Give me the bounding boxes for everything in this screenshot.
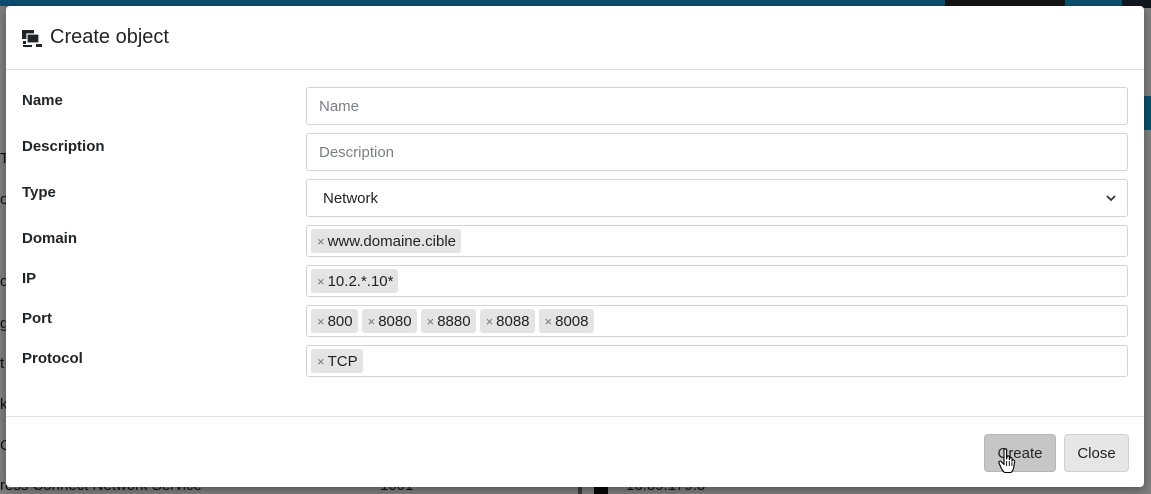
- domain-tag-input[interactable]: × www.domaine.cible: [306, 225, 1128, 257]
- tag-label: 8080: [378, 312, 412, 330]
- port-tag: × 8080: [361, 309, 417, 333]
- port-tag: × 8008: [538, 309, 594, 333]
- type-label: Type: [22, 184, 56, 201]
- create-object-modal: Create object Name Description Type Netw…: [6, 6, 1144, 487]
- type-selected-value: Network: [323, 189, 379, 207]
- tag-label: 800: [327, 312, 353, 330]
- port-tag: × 8880: [420, 309, 476, 333]
- tag-remove-button[interactable]: ×: [486, 314, 494, 329]
- tag-remove-button[interactable]: ×: [368, 314, 376, 329]
- modal-title: Create object: [50, 26, 169, 48]
- modal-footer: Create Close: [6, 416, 1144, 487]
- protocol-tag-input[interactable]: × TCP: [306, 345, 1128, 377]
- tag-remove-button[interactable]: ×: [545, 314, 553, 329]
- tag-label: 10.2.*.10*: [327, 272, 394, 290]
- tag-label: 8088: [496, 312, 530, 330]
- type-select[interactable]: Network: [306, 179, 1128, 217]
- modal-header: Create object: [6, 6, 1144, 70]
- tag-label: 8880: [437, 312, 471, 330]
- port-label: Port: [22, 310, 52, 327]
- close-button[interactable]: Close: [1064, 434, 1129, 472]
- tag-remove-button[interactable]: ×: [317, 274, 325, 289]
- ip-tag: × 10.2.*.10*: [311, 269, 399, 293]
- ip-tag-input[interactable]: × 10.2.*.10*: [306, 265, 1128, 297]
- hand-cursor-icon: [998, 448, 1016, 474]
- tag-remove-button[interactable]: ×: [317, 234, 325, 249]
- tag-remove-button[interactable]: ×: [317, 314, 325, 329]
- protocol-tag: × TCP: [311, 349, 363, 373]
- domain-label: Domain: [22, 230, 78, 247]
- name-label: Name: [22, 92, 63, 109]
- name-input[interactable]: [306, 87, 1128, 125]
- tag-label: 8008: [555, 312, 589, 330]
- tag-label: TCP: [327, 352, 358, 370]
- protocol-label: Protocol: [22, 350, 83, 367]
- create-button[interactable]: Create: [984, 434, 1056, 472]
- description-input[interactable]: [306, 133, 1128, 171]
- port-tag-input[interactable]: × 800 × 8080 × 8880 × 8088 × 8008: [306, 305, 1128, 337]
- port-tag: × 800: [311, 309, 358, 333]
- tag-remove-button[interactable]: ×: [317, 354, 325, 369]
- ip-label: IP: [22, 270, 37, 287]
- port-tag: × 8088: [479, 309, 535, 333]
- domain-tag: × www.domaine.cible: [311, 229, 461, 253]
- objects-icon: [21, 28, 43, 48]
- tag-label: www.domaine.cible: [327, 232, 456, 250]
- chevron-down-icon: [1106, 195, 1116, 202]
- tag-remove-button[interactable]: ×: [427, 314, 435, 329]
- description-label: Description: [22, 138, 105, 155]
